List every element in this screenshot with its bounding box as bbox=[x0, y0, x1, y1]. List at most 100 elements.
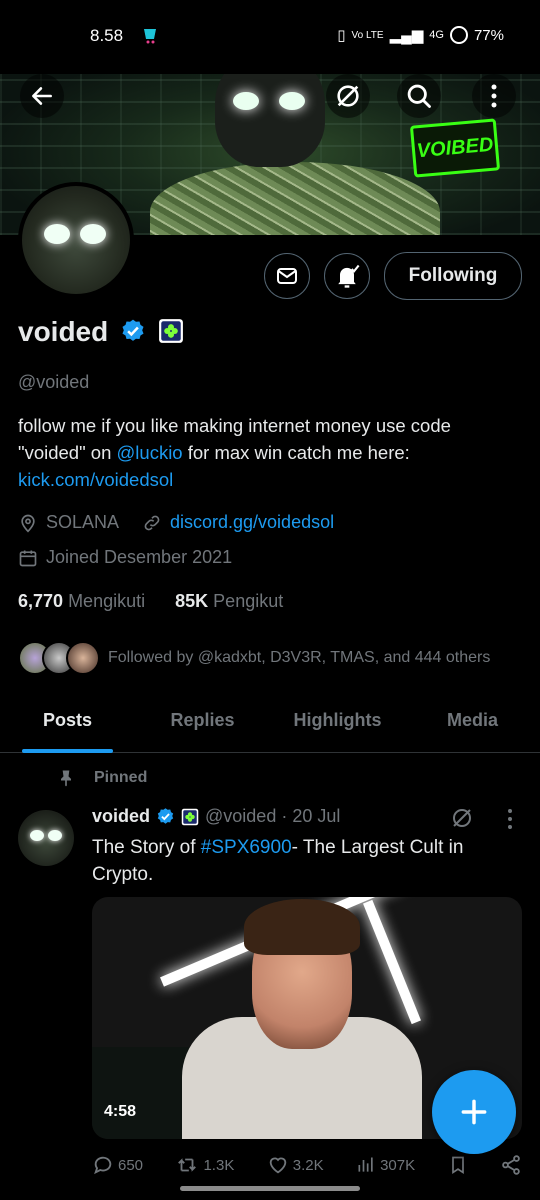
affiliate-badge-icon bbox=[158, 319, 183, 343]
reply-icon bbox=[94, 1156, 112, 1175]
post-hashtag[interactable]: #SPX6900 bbox=[201, 837, 292, 858]
views-button[interactable]: 307K bbox=[356, 1155, 415, 1175]
like-count: 3.2K bbox=[292, 1156, 324, 1174]
post-text: The Story of #SPX6900- The Largest Cult … bbox=[92, 834, 512, 888]
status-icons: ▯ Vo LTE ▂▄▆ 4G 77% bbox=[337, 26, 504, 44]
post-more-icon[interactable] bbox=[500, 808, 520, 830]
plus-icon bbox=[461, 1099, 487, 1125]
like-button[interactable]: 3.2K bbox=[267, 1154, 324, 1176]
bell-check-icon bbox=[338, 264, 360, 288]
vertical-dots-icon bbox=[491, 84, 497, 108]
search-button[interactable] bbox=[397, 74, 441, 118]
profile-avatar[interactable] bbox=[18, 182, 134, 298]
network-type: 4G bbox=[429, 29, 444, 41]
following-count-link[interactable]: 6,770 Mengikuti bbox=[18, 591, 145, 611]
follower-avatar bbox=[66, 641, 100, 675]
link-icon bbox=[144, 515, 160, 530]
followers-count-link[interactable]: 85K Pengikut bbox=[175, 591, 283, 611]
bookmark-button[interactable] bbox=[448, 1154, 468, 1176]
verified-badge-icon bbox=[157, 808, 174, 824]
search-icon bbox=[407, 84, 431, 108]
repost-button[interactable]: 1.3K bbox=[175, 1154, 234, 1176]
location-text: SOLANA bbox=[46, 512, 120, 532]
affiliate-badge-icon bbox=[181, 808, 199, 825]
tab-media[interactable]: Media bbox=[405, 694, 540, 752]
network-label: Vo LTE bbox=[351, 29, 384, 41]
compose-post-button[interactable] bbox=[432, 1070, 516, 1154]
bio-mention-link[interactable]: @luckio bbox=[117, 442, 183, 463]
post-author-avatar[interactable] bbox=[18, 810, 74, 866]
slash-circle-icon[interactable] bbox=[450, 806, 474, 830]
pinned-indicator: Pinned bbox=[56, 768, 147, 788]
profile-location: SOLANA bbox=[18, 512, 119, 533]
slash-circle-icon bbox=[337, 85, 359, 107]
video-light-strip bbox=[363, 899, 421, 1025]
vibrate-icon: ▯ bbox=[337, 27, 346, 44]
battery-icon bbox=[449, 26, 468, 44]
following-count: 6,770 bbox=[18, 591, 64, 611]
verified-badge-icon bbox=[122, 319, 144, 341]
cat-eye bbox=[279, 92, 305, 110]
back-button[interactable] bbox=[20, 74, 64, 118]
avatar-eye bbox=[30, 830, 44, 841]
grok-button[interactable] bbox=[326, 74, 370, 118]
profile-joined: Joined Desember 2021 bbox=[18, 547, 232, 568]
profile-bio: follow me if you like making internet mo… bbox=[18, 412, 523, 493]
post-handle-date: @voided · 20 Jul bbox=[205, 806, 341, 826]
profile-name: voided bbox=[18, 316, 109, 347]
status-bar: 8.58 ▯ Vo LTE ▂▄▆ 4G 77% bbox=[0, 0, 540, 74]
share-button[interactable] bbox=[500, 1154, 522, 1176]
envelope-icon bbox=[277, 268, 297, 284]
following-button[interactable]: Following bbox=[384, 252, 522, 300]
tab-replies[interactable]: Replies bbox=[135, 694, 270, 752]
profile-website[interactable]: discord.gg/voidedsol bbox=[142, 512, 334, 533]
post-author-name[interactable]: voided bbox=[92, 806, 150, 827]
profile-counts: 6,770 Mengikuti 85K Pengikut bbox=[18, 591, 283, 612]
location-pin-icon bbox=[21, 514, 35, 533]
bar-chart-icon bbox=[358, 1157, 373, 1172]
repost-count: 1.3K bbox=[203, 1156, 235, 1174]
avatar-eye bbox=[44, 224, 70, 244]
tab-highlights[interactable]: Highlights bbox=[270, 694, 405, 752]
followed-by-row[interactable]: Followed by @kadxbt, D3V3R, TMAS, and 44… bbox=[18, 640, 490, 676]
banner-badge: VOIBED bbox=[409, 118, 501, 178]
signal-icon: ▂▄▆ bbox=[389, 27, 424, 44]
video-duration: 4:58 bbox=[104, 1103, 137, 1120]
reply-button[interactable]: 650 bbox=[92, 1154, 143, 1176]
pinned-label: Pinned bbox=[94, 769, 148, 786]
website-link[interactable]: discord.gg/voidedsol bbox=[170, 512, 334, 533]
status-time: 8.58 bbox=[90, 26, 124, 45]
bookmark-icon bbox=[451, 1156, 464, 1175]
followers-label: Pengikut bbox=[213, 591, 284, 611]
app-notification-icon bbox=[144, 29, 156, 44]
post-actions: 650 1.3K 3.2K 307K bbox=[92, 1150, 522, 1180]
following-label: Mengikuti bbox=[68, 591, 146, 611]
avatar-eye bbox=[80, 224, 106, 244]
video-person-hair bbox=[244, 899, 360, 955]
battery-level: 77% bbox=[473, 26, 504, 44]
cat-eye bbox=[233, 92, 259, 110]
view-count: 307K bbox=[380, 1156, 416, 1174]
notifications-button[interactable] bbox=[324, 253, 370, 299]
profile-tabs: Posts Replies Highlights Media bbox=[0, 694, 540, 753]
reply-count: 650 bbox=[118, 1156, 144, 1174]
post-text-part: The Story of bbox=[92, 837, 201, 858]
tab-posts[interactable]: Posts bbox=[0, 694, 135, 753]
followed-by-text: Followed by @kadxbt, D3V3R, TMAS, and 44… bbox=[108, 649, 491, 666]
joined-text: Joined Desember 2021 bbox=[46, 547, 233, 567]
post-header: voided @voided · 20 Jul bbox=[92, 806, 340, 827]
arrow-left-icon bbox=[32, 87, 52, 105]
profile-name-row: voided bbox=[18, 316, 184, 348]
gesture-navigation-bar[interactable] bbox=[180, 1186, 360, 1191]
followers-count: 85K bbox=[175, 591, 209, 611]
profile-handle: @voided bbox=[18, 372, 90, 392]
pin-icon bbox=[61, 770, 71, 787]
more-button[interactable] bbox=[472, 74, 516, 118]
avatar-eye bbox=[48, 830, 62, 841]
bio-text: for max win catch me here: bbox=[182, 442, 410, 463]
message-button[interactable] bbox=[264, 253, 310, 299]
calendar-icon bbox=[19, 550, 37, 566]
share-icon bbox=[502, 1155, 520, 1175]
bio-link[interactable]: kick.com/voidedsol bbox=[18, 469, 173, 490]
repost-icon bbox=[178, 1158, 197, 1172]
